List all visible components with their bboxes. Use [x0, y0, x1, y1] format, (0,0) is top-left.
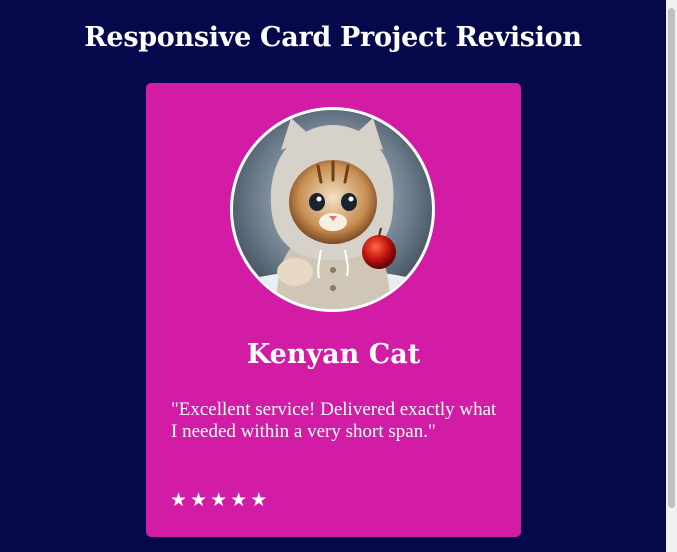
testimonial-quote: "Excellent service! Delivered exactly wh…	[171, 399, 497, 442]
star-icon: ★	[170, 489, 188, 511]
page: Responsive Card Project Revision Kenyan …	[0, 0, 666, 552]
star-icon: ★	[210, 489, 228, 511]
page-title: Responsive Card Project Revision	[84, 22, 582, 53]
star-icon: ★	[250, 489, 268, 511]
star-icon: ★	[230, 489, 248, 511]
star-rating: ★ ★ ★ ★ ★	[170, 488, 267, 512]
avatar-frame	[230, 107, 435, 312]
kitten-photo-icon	[233, 110, 432, 309]
testimonial-card: Kenyan Cat "Excellent service! Delivered…	[146, 83, 521, 537]
card-name: Kenyan Cat	[246, 339, 421, 370]
scrollbar-thumb[interactable]	[668, 8, 675, 508]
star-icon: ★	[190, 489, 208, 511]
avatar	[233, 110, 432, 309]
vertical-scrollbar[interactable]	[666, 0, 677, 552]
